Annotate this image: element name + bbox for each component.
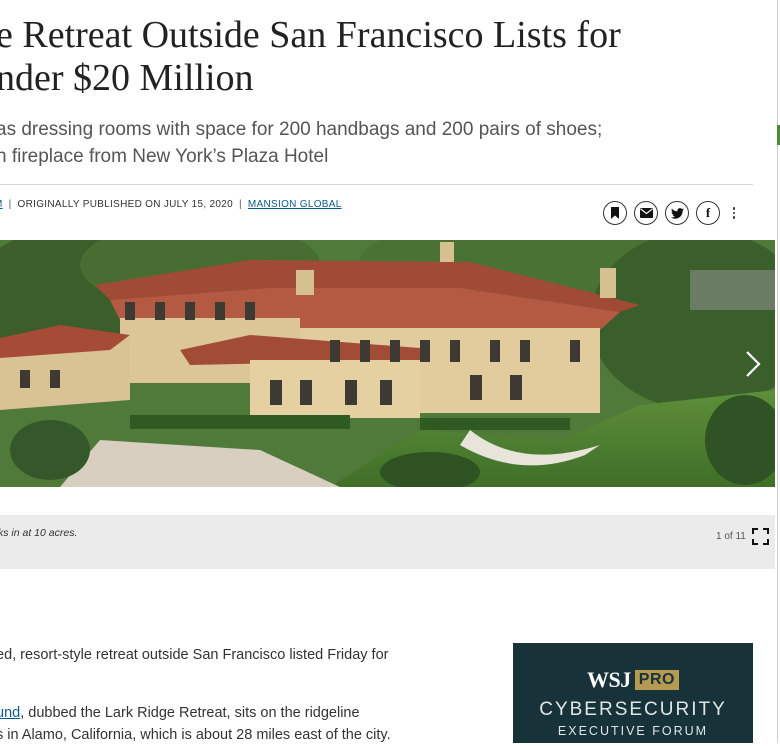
slideshow-image[interactable]	[0, 240, 775, 487]
window-edge	[777, 0, 778, 743]
ad-brand: WSJ	[587, 667, 631, 692]
divider	[0, 184, 753, 185]
bookmark-button[interactable]	[603, 201, 627, 225]
twitter-icon	[670, 207, 684, 219]
body-paragraph-2-text: , dubbed the Lark Ridge Retreat, sits on…	[20, 705, 360, 721]
dek-line-1: as dressing rooms with space for 200 han…	[0, 119, 603, 140]
dek-line-2: n fireplace from New York’s Plaza Hotel	[0, 146, 329, 167]
caption-bar: ks in at 10 acres. 1 of 11	[0, 515, 775, 569]
byline: M|ORIGINALLY PUBLISHED ON JULY 15, 2020|…	[0, 199, 342, 210]
ad-subtitle: EXECUTIVE FORUM	[557, 724, 709, 738]
bookmark-icon	[611, 207, 619, 219]
ad-logo: WSJ PRO	[587, 667, 679, 693]
source-link[interactable]: MANSION GLOBAL	[248, 199, 342, 210]
headline-line-2: nder $20 Million	[0, 57, 254, 99]
article-dek: as dressing rooms with space for 200 han…	[0, 116, 602, 170]
more-icon[interactable]	[729, 201, 739, 225]
ad-title: CYBERSECURITY	[539, 699, 727, 720]
twitter-button[interactable]	[665, 201, 689, 225]
slide-counter: 1 of 11	[716, 531, 746, 542]
body-paragraph-2: und, dubbed the Lark Ridge Retreat, sits…	[0, 702, 360, 724]
facebook-icon: f	[705, 205, 711, 220]
headline: e Retreat Outside San Francisco Lists fo…	[0, 14, 621, 100]
mansion-photo	[0, 240, 775, 487]
facebook-button[interactable]: f	[696, 201, 720, 225]
email-button[interactable]	[634, 201, 658, 225]
next-slide-arrow-icon[interactable]	[742, 349, 764, 379]
share-toolbar: f	[603, 201, 739, 225]
wsj-pro-ad[interactable]: WSJ PRO CYBERSECURITY EXECUTIVE FORUM	[513, 643, 753, 743]
headline-line-1: e Retreat Outside San Francisco Lists fo…	[0, 14, 621, 56]
published-date: ORIGINALLY PUBLISHED ON JULY 15, 2020	[17, 199, 233, 210]
email-icon	[639, 208, 653, 218]
author-link[interactable]: M	[0, 199, 3, 210]
body-paragraph-1: ed, resort-style retreat outside San Fra…	[0, 647, 389, 663]
ad-badge: PRO	[634, 670, 679, 690]
fullscreen-expand-icon[interactable]	[752, 528, 769, 545]
photo-caption: ks in at 10 acres.	[0, 527, 78, 539]
body-link[interactable]: und	[0, 705, 20, 721]
